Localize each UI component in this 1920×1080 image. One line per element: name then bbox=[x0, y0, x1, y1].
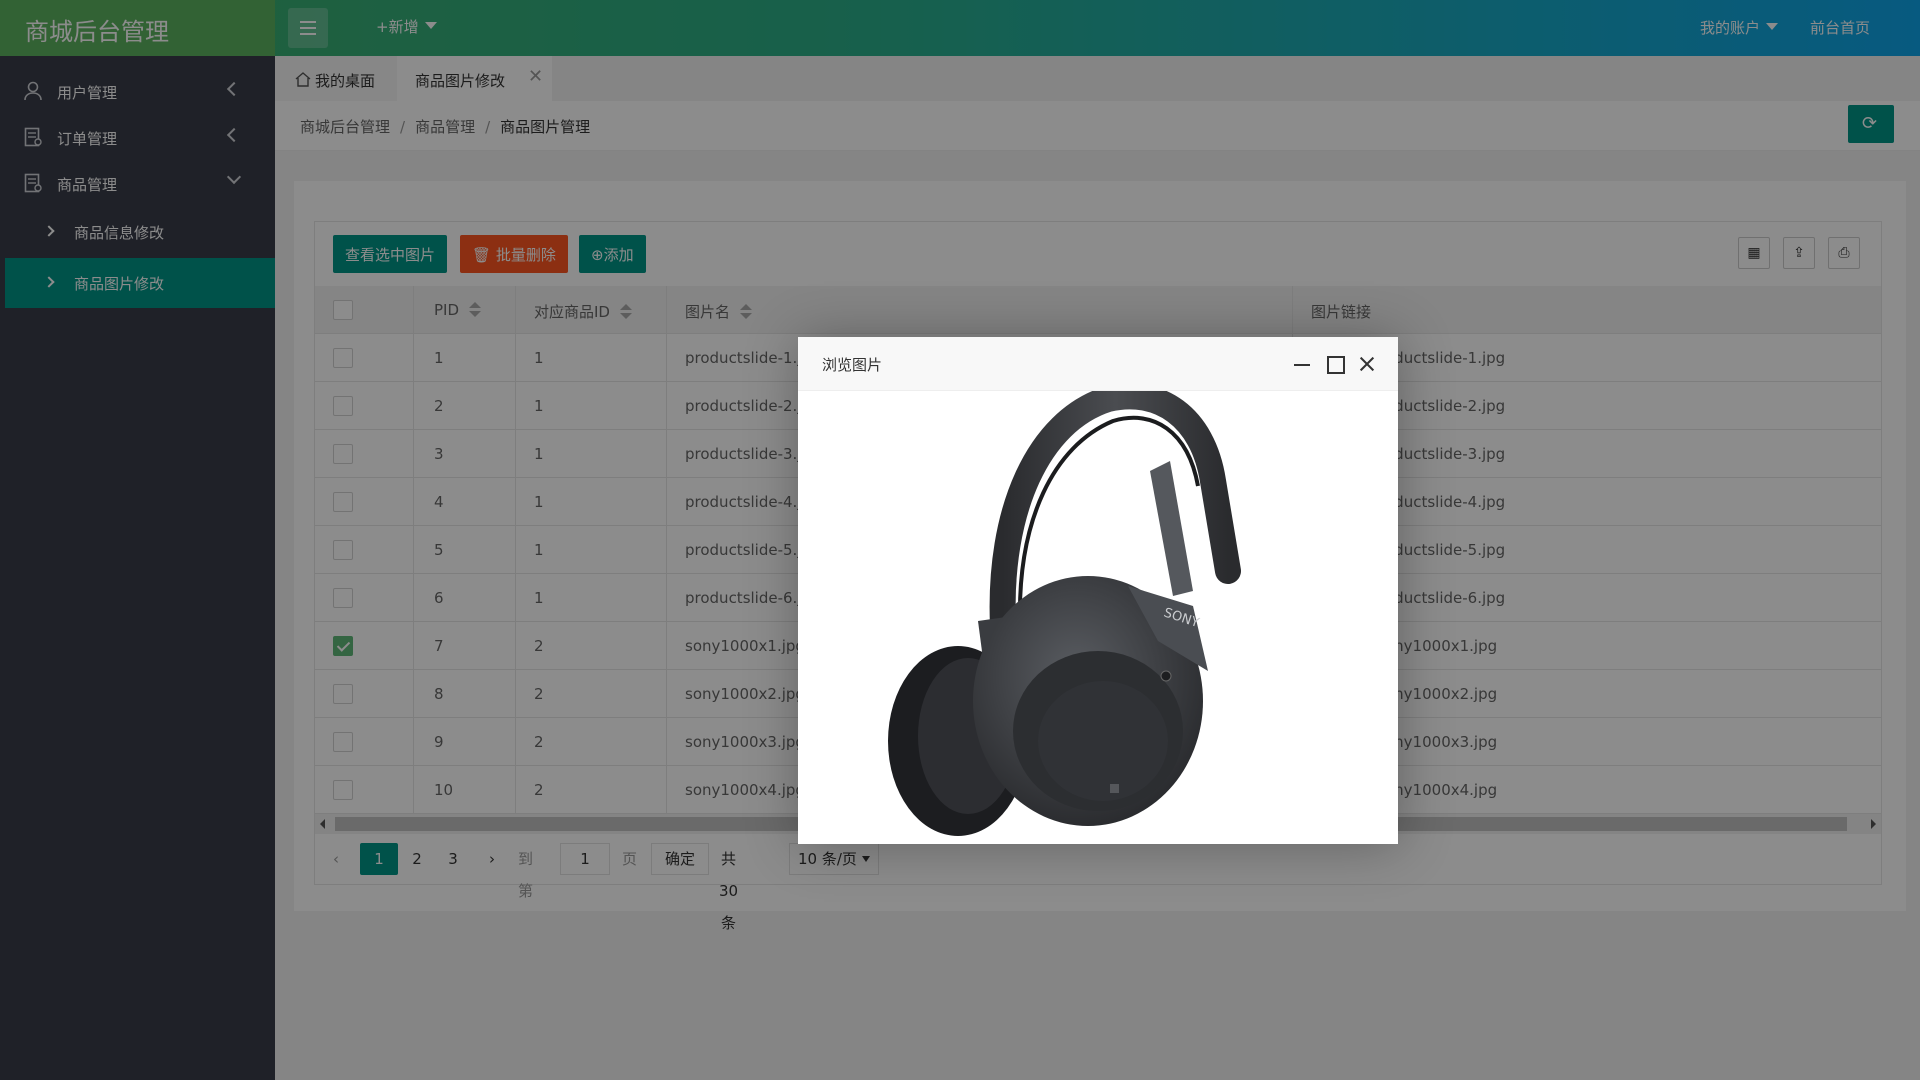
modal-title: 浏览图片 bbox=[822, 356, 883, 374]
image-preview-modal: 浏览图片 SONY bbox=[798, 337, 1398, 844]
close-icon[interactable] bbox=[1357, 354, 1377, 374]
modal-header: 浏览图片 bbox=[798, 337, 1398, 391]
maximize-icon[interactable] bbox=[1325, 354, 1345, 374]
minimize-icon[interactable] bbox=[1292, 354, 1312, 374]
modal-body: SONY bbox=[798, 391, 1398, 844]
headphones-image: SONY bbox=[888, 391, 1241, 836]
